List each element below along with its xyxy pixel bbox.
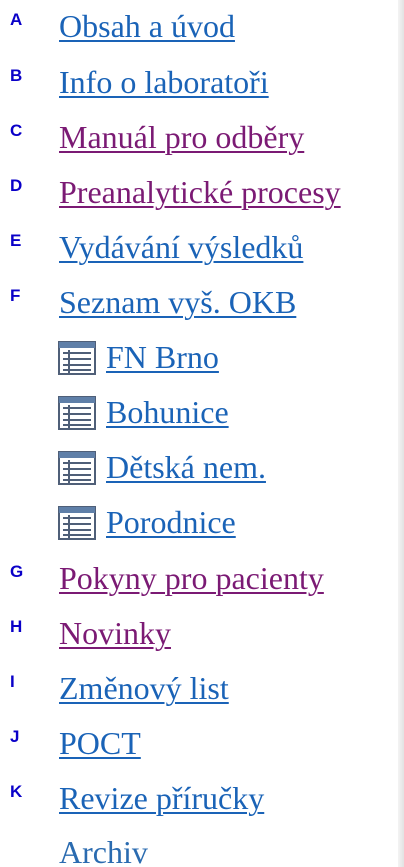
link-seznam-vys-okb[interactable]: Seznam vyš. OKB — [59, 282, 296, 322]
marker-f: F — [10, 286, 21, 305]
link-detska-nem[interactable]: Dětská nem. — [106, 447, 266, 487]
link-fn-brno[interactable]: FN Brno — [106, 337, 219, 377]
menu-item-a[interactable]: A Obsah a úvod — [0, 4, 404, 52]
menu-item-archiv[interactable]: Archiv — [0, 830, 404, 867]
link-zmenovy-list[interactable]: Změnový list — [59, 668, 229, 708]
menu-item-i[interactable]: I Změnový list — [0, 666, 404, 714]
submenu-item-fn-brno[interactable]: FN Brno — [0, 335, 404, 383]
menu-item-h[interactable]: H Novinky — [0, 611, 404, 659]
list-document-icon — [58, 396, 96, 430]
menu-item-g[interactable]: G Pokyny pro pacienty — [0, 556, 404, 604]
link-revize-prirucky[interactable]: Revize příručky — [59, 778, 264, 818]
link-bohunice[interactable]: Bohunice — [106, 392, 229, 432]
marker-h: H — [10, 617, 23, 636]
link-obsah-a-uvod[interactable]: Obsah a úvod — [59, 6, 235, 46]
link-archiv[interactable]: Archiv — [59, 832, 148, 867]
navigation-menu: A Obsah a úvod B Info o laboratoři C Man… — [0, 0, 404, 867]
marker-k: K — [10, 782, 23, 801]
link-porodnice[interactable]: Porodnice — [106, 502, 236, 542]
marker-c: C — [10, 121, 23, 140]
submenu-item-bohunice[interactable]: Bohunice — [0, 390, 404, 438]
list-document-icon — [58, 341, 96, 375]
menu-item-d[interactable]: D Preanalytické procesy — [0, 170, 404, 218]
marker-e: E — [10, 231, 22, 250]
marker-g: G — [10, 562, 24, 581]
menu-item-e[interactable]: E Vydávání výsledků — [0, 225, 404, 273]
scrollbar-edge[interactable] — [398, 0, 404, 867]
marker-b: B — [10, 66, 23, 85]
menu-item-f[interactable]: F Seznam vyš. OKB — [0, 280, 404, 328]
link-novinky[interactable]: Novinky — [59, 613, 171, 653]
link-pokyny-pro-pacienty[interactable]: Pokyny pro pacienty — [59, 558, 324, 598]
link-info-o-laboratori[interactable]: Info o laboratoři — [59, 62, 269, 102]
menu-item-c[interactable]: C Manuál pro odběry — [0, 115, 404, 163]
marker-i: I — [10, 672, 15, 691]
submenu-item-porodnice[interactable]: Porodnice — [0, 500, 404, 548]
marker-a: A — [10, 10, 23, 29]
list-document-icon — [58, 451, 96, 485]
link-manual-pro-odbery[interactable]: Manuál pro odběry — [59, 117, 304, 157]
link-poct[interactable]: POCT — [59, 723, 141, 763]
menu-item-j[interactable]: J POCT — [0, 721, 404, 769]
marker-j: J — [10, 727, 20, 746]
link-preanalyticke-procesy[interactable]: Preanalytické procesy — [59, 172, 341, 212]
menu-item-b[interactable]: B Info o laboratoři — [0, 60, 404, 108]
marker-d: D — [10, 176, 23, 195]
list-document-icon — [58, 506, 96, 540]
link-vydavani-vysledku[interactable]: Vydávání výsledků — [59, 227, 303, 267]
submenu-item-detska-nem[interactable]: Dětská nem. — [0, 445, 404, 493]
menu-item-k[interactable]: K Revize příručky — [0, 776, 404, 824]
